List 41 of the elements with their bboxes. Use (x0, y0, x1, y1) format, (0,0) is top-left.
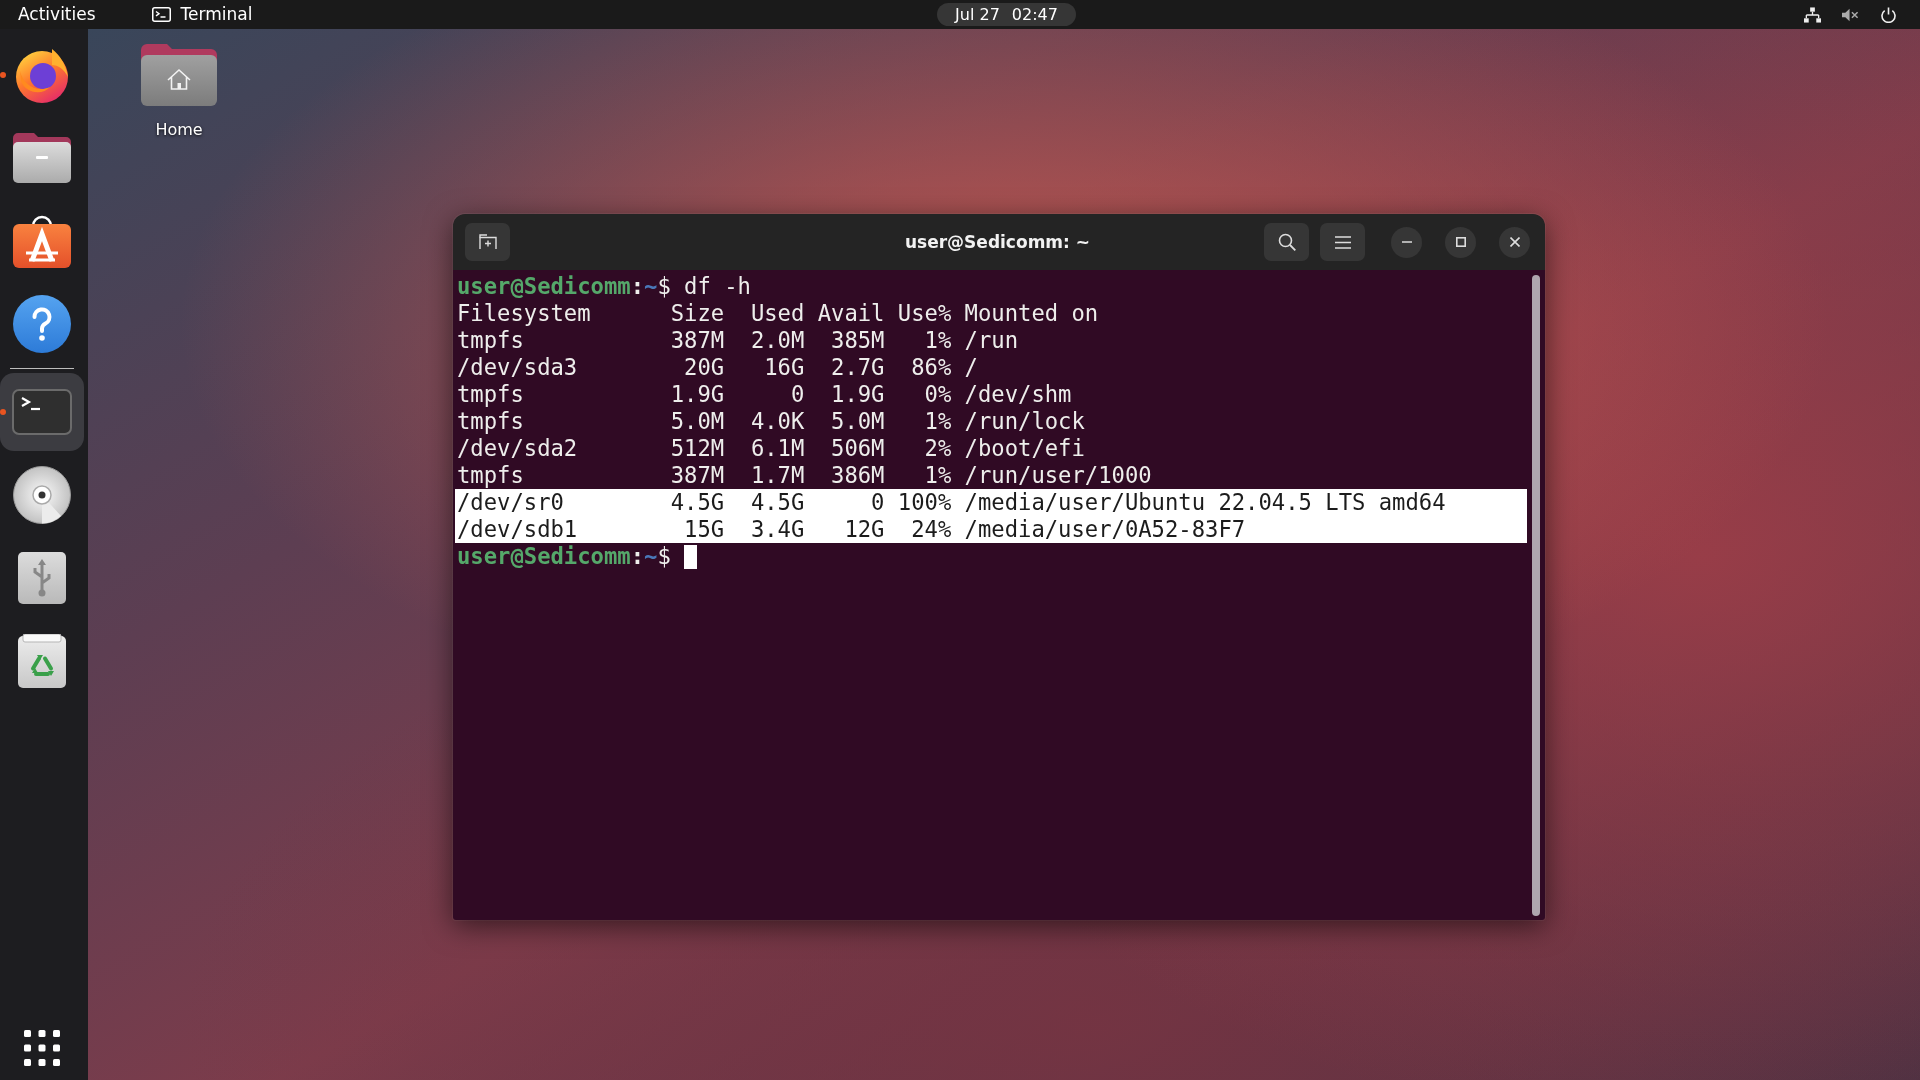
maximize-icon (1455, 237, 1466, 247)
new-tab-icon (478, 234, 497, 250)
window-title: user@Sedicomm: ~ (904, 232, 1091, 252)
usb-icon (18, 552, 66, 604)
menu-icon (1334, 235, 1351, 249)
terminal-output-line: tmpfs 1.9G 0 1.9G 0% /dev/shm (456, 381, 1072, 408)
activities-button[interactable]: Activities (18, 4, 96, 25)
terminal-output-line: Filesystem Size Used Avail Use% Mounted on (456, 300, 1099, 327)
new-tab-button[interactable] (465, 223, 510, 261)
terminal-output-line: tmpfs 387M 2.0M 385M 1% /run (456, 327, 1019, 354)
app-grid-icon (24, 1030, 60, 1066)
volume-icon[interactable] (1842, 6, 1859, 23)
minimize-icon (1401, 241, 1412, 243)
terminal-icon (12, 389, 72, 435)
question-mark-icon (13, 295, 71, 353)
search-button[interactable] (1264, 223, 1309, 261)
shopping-bag-icon (13, 214, 71, 268)
app-menu-button[interactable]: Terminal (151, 4, 253, 25)
recycle-bin-icon (18, 634, 66, 688)
terminal-output-line: tmpfs 5.0M 4.0K 5.0M 1% /run/lock (456, 408, 1085, 435)
close-icon (1509, 237, 1520, 247)
network-icon[interactable] (1804, 6, 1821, 23)
terminal-output-line: /dev/sda3 20G 16G 2.7G 86% / (456, 354, 978, 381)
terminal-output-line: /dev/sda2 512M 6.1M 506M 2% /boot/efi (456, 435, 1085, 462)
home-folder-icon[interactable] (141, 44, 217, 106)
folder-label[interactable]: Home (155, 120, 203, 139)
power-icon[interactable] (1880, 6, 1897, 23)
maximize-button[interactable] (1445, 226, 1476, 258)
disc-icon (13, 466, 71, 524)
terminal-output-line: tmpfs 387M 1.7M 386M 1% /run/user/1000 (456, 462, 1152, 489)
terminal-icon (151, 7, 171, 22)
folder-icon (13, 133, 71, 183)
shell-command: df -h (684, 273, 751, 299)
close-button[interactable] (1499, 226, 1530, 258)
scrollbar[interactable] (1532, 275, 1540, 916)
shell-prompt: user@Sedicomm:~$ (457, 543, 671, 569)
menu-button[interactable] (1320, 223, 1365, 261)
shell-prompt: user@Sedicomm:~$ (457, 273, 671, 299)
clock-button[interactable]: Jul 27 02:47 (937, 3, 1076, 26)
browser-icon (14, 47, 70, 103)
search-icon (1277, 233, 1296, 251)
